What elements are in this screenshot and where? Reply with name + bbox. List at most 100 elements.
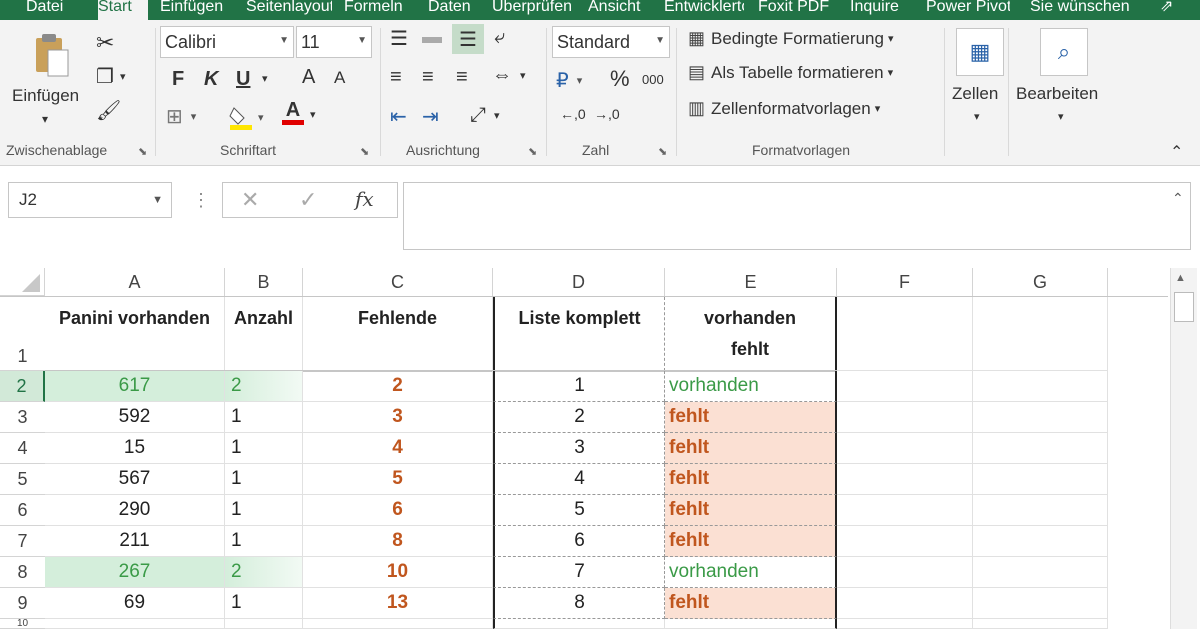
wrap-text-icon[interactable]: ⤶ (494, 26, 505, 49)
empty-cell[interactable] (303, 619, 493, 629)
cell-f[interactable] (837, 464, 973, 495)
header-cell-d[interactable]: Liste komplett (493, 297, 665, 371)
cell-f[interactable] (837, 588, 973, 619)
cell-g[interactable] (973, 557, 1108, 588)
cells-icon[interactable]: ▦ (956, 28, 1004, 76)
row-header-2[interactable]: 2 (0, 371, 45, 402)
decrease-indent-icon[interactable]: ⇤ (390, 104, 407, 129)
cell-g[interactable] (973, 402, 1108, 433)
underline-dropdown-icon[interactable]: ▾ (262, 72, 268, 85)
column-header-c[interactable]: C (303, 268, 493, 296)
cut-icon[interactable]: ✂ (96, 30, 114, 56)
cell-g[interactable] (973, 588, 1108, 619)
cell-g[interactable] (973, 495, 1108, 526)
cell-c[interactable]: 10 (303, 557, 493, 588)
tab-foxit-pdf[interactable]: Foxit PDF (758, 0, 838, 18)
name-box[interactable]: J2 ▼ (8, 182, 172, 218)
row-header-7[interactable]: 7 (0, 526, 45, 557)
column-header-f[interactable]: F (837, 268, 973, 296)
cell-styles-button[interactable]: ▥ Zellenformatvorlagen ▾ (688, 98, 880, 119)
format-painter-icon[interactable]: 🖌 (96, 98, 121, 123)
cell-b[interactable]: 2 (225, 371, 303, 402)
cell-d[interactable]: 3 (493, 433, 665, 464)
cell-b[interactable]: 1 (225, 526, 303, 557)
cell-e[interactable]: fehlt (665, 588, 837, 619)
cell-b[interactable]: 1 (225, 495, 303, 526)
cell-b[interactable]: 2 (225, 557, 303, 588)
increase-decimal-icon[interactable]: ←,0 (560, 106, 586, 122)
italic-button[interactable]: K (204, 68, 218, 91)
font-name-combo[interactable]: Calibri ▼ (160, 26, 294, 58)
paste-icon[interactable] (32, 32, 72, 80)
paste-button[interactable]: Einfügen (12, 86, 79, 106)
format-as-table-button[interactable]: ▤ Als Tabelle formatieren ▾ (688, 62, 893, 83)
tab-entwicklertools[interactable]: Entwicklertools (664, 0, 744, 18)
tab-datei[interactable]: Datei (26, 0, 86, 18)
expand-formula-bar-icon[interactable]: ⌃ (1172, 190, 1184, 207)
percent-button[interactable]: % (610, 66, 630, 92)
cell-a[interactable]: 617 (45, 371, 225, 402)
cell-a[interactable]: 211 (45, 526, 225, 557)
underline-button[interactable]: U (236, 68, 250, 91)
cell-a[interactable]: 15 (45, 433, 225, 464)
empty-cell[interactable] (493, 619, 665, 629)
currency-icon[interactable]: ₽ ▾ (556, 68, 582, 93)
tab-einfuegen[interactable]: Einfügen (160, 0, 236, 18)
cell-c[interactable]: 6 (303, 495, 493, 526)
tab-power-pivot[interactable]: Power Pivot (926, 0, 1010, 18)
grow-font-button[interactable]: A (302, 66, 315, 89)
cell-c[interactable]: 13 (303, 588, 493, 619)
collapse-ribbon-icon[interactable]: ⌃ (1170, 142, 1183, 162)
cell-b[interactable]: 1 (225, 402, 303, 433)
number-format-combo[interactable]: Standard ▼ (552, 26, 670, 58)
tab-ueberpruefen[interactable]: Überprüfen (492, 0, 578, 18)
cell-d[interactable]: 5 (493, 495, 665, 526)
header-cell-a[interactable]: Panini vorhanden (45, 297, 225, 371)
more-options-icon[interactable]: ⋮ (192, 190, 210, 211)
row-header-5[interactable]: 5 (0, 464, 45, 495)
empty-cell[interactable] (837, 619, 973, 629)
align-center-icon[interactable]: ≡ (422, 66, 434, 89)
cell-e[interactable]: vorhanden (665, 557, 837, 588)
cell-c[interactable]: 4 (303, 433, 493, 464)
select-all-button[interactable] (0, 268, 45, 296)
align-top-icon[interactable]: ☰ (390, 26, 408, 51)
cell-c[interactable]: 5 (303, 464, 493, 495)
empty-cell[interactable] (45, 619, 225, 629)
row-header-9[interactable]: 9 (0, 588, 45, 619)
clipboard-launcher-icon[interactable]: ⬊ (138, 145, 147, 158)
editing-button[interactable]: Bearbeiten (1016, 84, 1098, 104)
cell-b[interactable]: 1 (225, 464, 303, 495)
conditional-formatting-button[interactable]: ▦ Bedingte Formatierung ▾ (688, 28, 893, 49)
bold-button[interactable]: F (172, 68, 184, 91)
cell-c[interactable]: 2 (303, 371, 493, 402)
scrollbar-thumb[interactable] (1174, 292, 1194, 322)
cell-b[interactable]: 1 (225, 433, 303, 464)
cell-a[interactable]: 592 (45, 402, 225, 433)
enter-icon[interactable]: ✓ (299, 187, 317, 213)
row-header-4[interactable]: 4 (0, 433, 45, 464)
vertical-scrollbar[interactable]: ▲ (1170, 268, 1197, 629)
thousands-separator-button[interactable]: 000 (642, 72, 664, 87)
number-launcher-icon[interactable]: ⬊ (658, 145, 667, 158)
scroll-up-icon[interactable]: ▲ (1175, 272, 1186, 284)
column-header-e[interactable]: E (665, 268, 837, 296)
cell-g[interactable] (973, 464, 1108, 495)
border-icon[interactable]: ⊞ ▾ (166, 104, 196, 129)
header-cell-e[interactable]: vorhanden fehlt (665, 297, 837, 371)
cell-f[interactable] (837, 526, 973, 557)
increase-indent-icon[interactable]: ⇥ (422, 104, 439, 129)
share-icon[interactable]: ⇗ (1160, 0, 1184, 18)
cell-f[interactable] (837, 495, 973, 526)
empty-cell[interactable] (225, 619, 303, 629)
align-left-icon[interactable]: ≡ (390, 66, 402, 89)
decrease-decimal-icon[interactable]: →,0 (594, 106, 620, 122)
align-middle-icon[interactable]: ▬ (422, 26, 442, 49)
cell-c[interactable]: 3 (303, 402, 493, 433)
font-color-dropdown-icon[interactable]: ▾ (310, 108, 316, 121)
cell-e[interactable]: vorhanden (665, 371, 837, 402)
cell-a[interactable]: 290 (45, 495, 225, 526)
cell-d[interactable]: 1 (493, 371, 665, 402)
cell-d[interactable]: 4 (493, 464, 665, 495)
copy-icon[interactable]: ❐ ▾ (96, 64, 125, 89)
